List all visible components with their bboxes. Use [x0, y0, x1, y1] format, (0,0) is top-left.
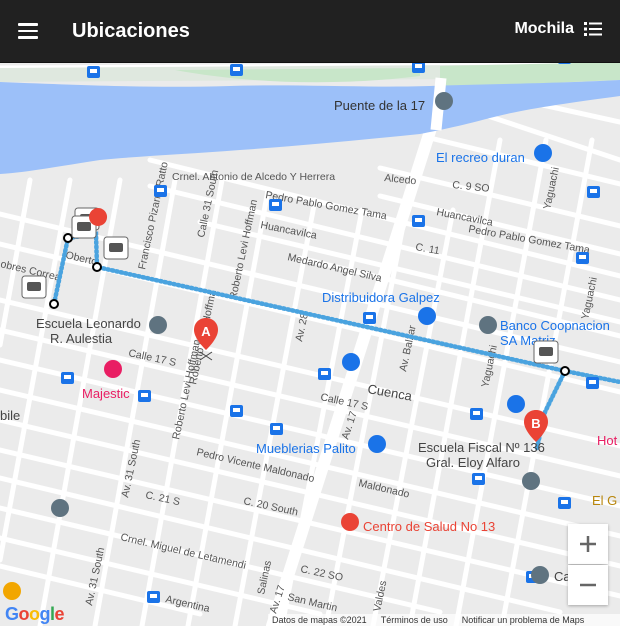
- street-label: Crnel. Antonio de Alcedo Y Herrera: [172, 171, 335, 183]
- poi-label: Gral. Eloy Alfaro: [426, 455, 520, 470]
- poi-label: Distribuidora Galpez: [322, 290, 440, 305]
- bus-stop-icon: [472, 473, 485, 485]
- bus-stop-icon: [230, 405, 243, 417]
- car-icon: [21, 275, 47, 299]
- bus-stop-icon: [230, 64, 243, 76]
- report-problem-link[interactable]: Notificar un problema de Maps: [462, 615, 585, 625]
- terms-link[interactable]: Términos de uso: [381, 615, 448, 625]
- mochila-button[interactable]: Mochila: [514, 20, 602, 38]
- poi-label: Hot: [597, 433, 618, 448]
- poi-label: Mueblerias Palito: [256, 441, 356, 456]
- poi-label: Puente de la 17: [334, 98, 425, 113]
- mochila-label: Mochila: [514, 20, 574, 37]
- bus-stop-icon: [269, 199, 282, 211]
- bus-stop-icon: [586, 377, 599, 389]
- bus-stop-icon: [470, 408, 483, 420]
- car-icon: [103, 236, 129, 260]
- poi-label: bile: [0, 408, 20, 423]
- bus-stop-icon: [61, 372, 74, 384]
- google-logo: Google: [5, 604, 65, 624]
- poi-label: Centro de Salud No 13: [363, 519, 495, 534]
- marker-b-label: B: [531, 416, 540, 431]
- zoom-in-button[interactable]: [568, 524, 608, 564]
- poi-label: Escuela Fiscal Nº 136: [418, 440, 545, 455]
- map-view[interactable]: Crnel. Antonio de Alcedo Y Herrera Alced…: [0, 62, 620, 626]
- car-icon: [533, 340, 559, 364]
- app-bar: Ubicaciones Mochila: [0, 0, 620, 63]
- poi-label: El G: [592, 493, 617, 508]
- poi-shop[interactable]: [342, 353, 360, 371]
- zoom-out-button[interactable]: [568, 565, 608, 605]
- bus-stop-icon: [154, 185, 167, 197]
- map-data-credit: Datos de mapas ©2021: [272, 615, 367, 625]
- poi-gas[interactable]: [507, 395, 525, 413]
- page-title: Ubicaciones: [72, 20, 190, 42]
- bus-stop-icon: [270, 423, 283, 435]
- poi-food[interactable]: [3, 582, 21, 600]
- bus-stop-icon: [587, 186, 600, 198]
- bus-stop-icon: [576, 252, 589, 264]
- list-icon: [584, 22, 602, 36]
- bus-stop-icon: [138, 390, 151, 402]
- bus-stop-icon: [412, 215, 425, 227]
- bus-stop-icon: [318, 368, 331, 380]
- bus-stop-icon: [147, 591, 160, 603]
- poi-label: Escuela Leonardo: [36, 316, 141, 331]
- minus-icon: [580, 583, 596, 587]
- marker-a-label: A: [201, 324, 211, 339]
- map-footer: Datos de mapas ©2021 Términos de uso Not…: [268, 614, 620, 626]
- poi-label: Banco Coopnacion: [500, 318, 610, 333]
- poi-label: Majestic: [82, 386, 130, 401]
- bus-stop-icon: [87, 66, 100, 78]
- bus-stop-icon: [558, 497, 571, 509]
- bus-stop-icon: [412, 62, 425, 73]
- bus-stop-icon: [363, 312, 376, 324]
- menu-icon[interactable]: [18, 23, 38, 39]
- poi-school-left[interactable]: [51, 499, 69, 517]
- plus-icon: [580, 536, 596, 552]
- poi-label: R. Aulestia: [50, 331, 113, 346]
- poi-label: El recreo duran: [436, 150, 525, 165]
